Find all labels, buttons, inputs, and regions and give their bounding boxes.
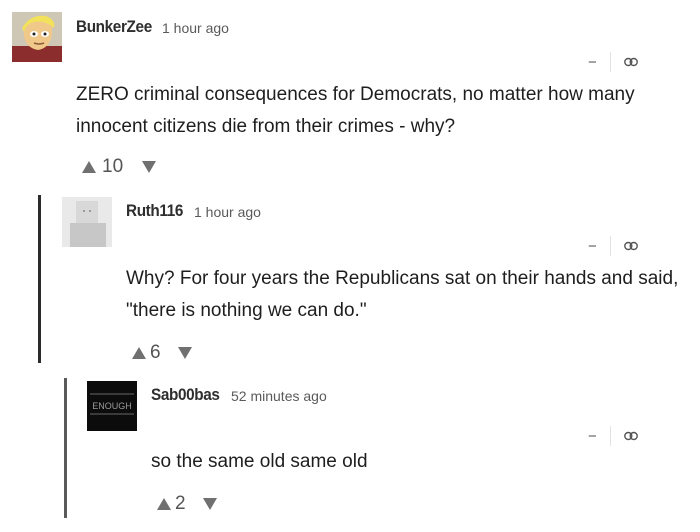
comment-reply: ENOUGH Sab00bas 52 minutes ago − so the … <box>0 0 700 532</box>
triangle-down-icon[interactable] <box>203 498 217 510</box>
vote-count: 2 <box>175 493 186 514</box>
vote-controls: 2 <box>157 493 237 516</box>
avatar[interactable]: ENOUGH <box>87 381 137 431</box>
comment-timestamp[interactable]: 52 minutes ago <box>231 388 327 404</box>
comment-text: so the same old same old <box>151 451 368 472</box>
divider <box>610 426 611 446</box>
triangle-up-icon[interactable] <box>157 498 171 510</box>
avatar-label: ENOUGH <box>92 401 132 411</box>
comment-author[interactable]: Sab00bas <box>151 385 220 405</box>
link-icon[interactable] <box>624 431 638 441</box>
collapse-button[interactable]: − <box>588 428 597 445</box>
